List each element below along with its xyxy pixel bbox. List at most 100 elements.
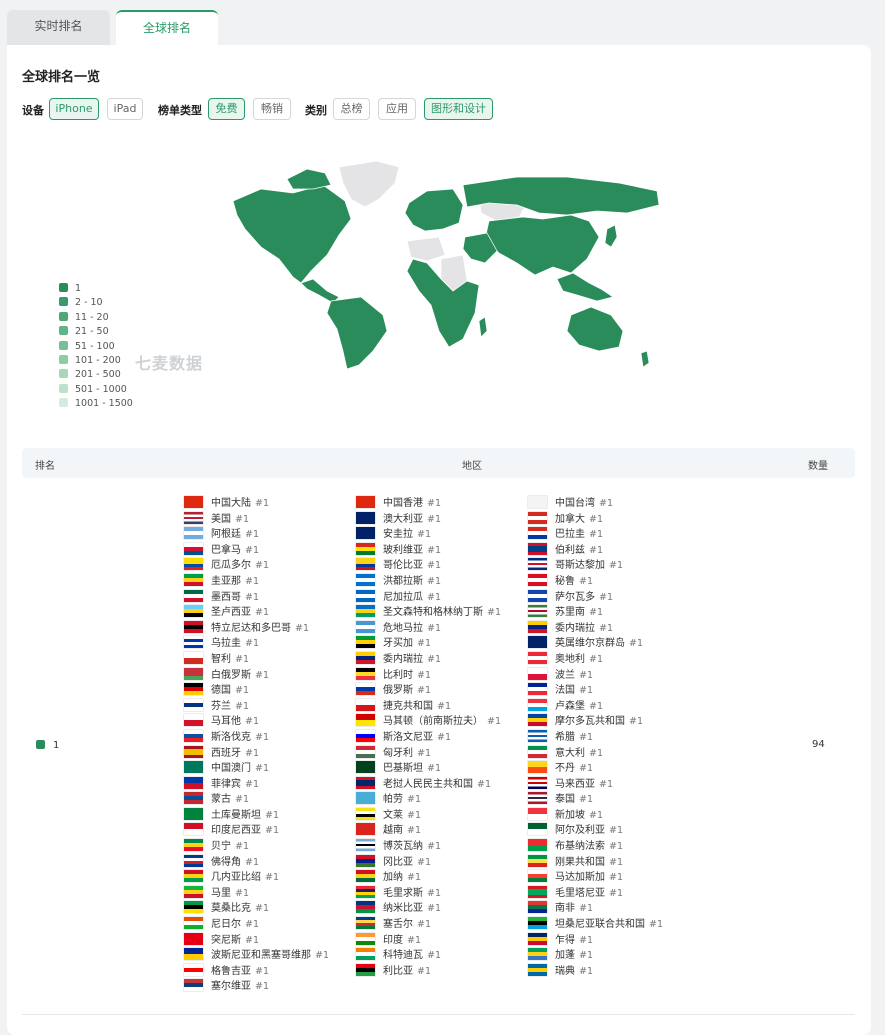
region-item[interactable]: 印度 #1 [356,932,501,949]
region-item[interactable]: 澳大利亚 #1 [356,511,501,528]
region-item[interactable]: 马其顿（前南斯拉夫） #1 [356,714,501,730]
region-item[interactable]: 纳米比亚 #1 [356,901,501,917]
region-item[interactable]: 刚果共和国 #1 [528,854,663,871]
region-item[interactable]: 意大利 #1 [528,745,663,762]
region-item[interactable]: 莫桑比克 #1 [184,901,329,917]
region-item[interactable]: 突尼斯 #1 [184,932,329,949]
region-item[interactable]: 伯利兹 #1 [528,542,663,559]
region-item[interactable]: 马达加斯加 #1 [528,870,663,886]
region-item[interactable]: 马里 #1 [184,885,329,902]
region-item[interactable]: 哥斯达黎加 #1 [528,558,663,574]
region-item[interactable]: 蒙古 #1 [184,792,329,808]
region-item[interactable]: 中国香港 #1 [356,496,501,512]
region-item[interactable]: 捷克共和国 #1 [356,698,501,715]
region-item[interactable]: 斯洛伐克 #1 [184,729,329,746]
legend-item[interactable]: 2 - 10 [59,296,133,310]
region-item[interactable]: 法国 #1 [528,683,663,699]
region-item[interactable]: 白俄罗斯 #1 [184,667,329,684]
region-item[interactable]: 奥地利 #1 [528,651,663,668]
region-item[interactable]: 越南 #1 [356,823,501,839]
region-item[interactable]: 加拿大 #1 [528,511,663,528]
region-item[interactable]: 格鲁吉亚 #1 [184,963,329,980]
region-item[interactable]: 圣文森特和格林纳丁斯 #1 [356,605,501,621]
device-ipad-chip[interactable]: iPad [107,98,143,120]
region-item[interactable]: 德国 #1 [184,683,329,699]
region-item[interactable]: 萨尔瓦多 #1 [528,589,663,606]
region-item[interactable]: 新加坡 #1 [528,807,663,824]
region-item[interactable]: 委内瑞拉 #1 [356,651,501,668]
region-item[interactable]: 布基纳法索 #1 [528,839,663,855]
region-item[interactable]: 巴拿马 #1 [184,542,329,559]
region-item[interactable]: 圭亚那 #1 [184,573,329,590]
region-item[interactable]: 阿尔及利亚 #1 [528,823,663,839]
region-item[interactable]: 摩尔多瓦共和国 #1 [528,714,663,730]
region-item[interactable]: 科特迪瓦 #1 [356,948,501,964]
region-item[interactable]: 印度尼西亚 #1 [184,823,329,839]
region-item[interactable]: 希腊 #1 [528,729,663,746]
region-item[interactable]: 中国澳门 #1 [184,761,329,777]
region-item[interactable]: 智利 #1 [184,651,329,668]
region-item[interactable]: 加纳 #1 [356,870,501,886]
region-item[interactable]: 乌拉圭 #1 [184,636,329,652]
region-item[interactable]: 苏里南 #1 [528,605,663,621]
legend-item[interactable]: 201 - 500 [59,368,133,382]
legend-item[interactable]: 1001 - 1500 [59,397,133,411]
region-item[interactable]: 塞尔维亚 #1 [184,979,329,995]
device-iphone-chip[interactable]: iPhone [49,98,99,120]
region-item[interactable]: 巴基斯坦 #1 [356,761,501,777]
region-item[interactable]: 俄罗斯 #1 [356,683,501,699]
region-item[interactable]: 洪都拉斯 #1 [356,573,501,590]
world-ranking-map[interactable] [227,155,667,377]
legend-item[interactable]: 1 [59,282,133,296]
region-item[interactable]: 波兰 #1 [528,667,663,684]
region-item[interactable]: 文莱 #1 [356,807,501,824]
tab-realtime-ranking[interactable]: 实时排名 [7,10,110,45]
region-item[interactable]: 几内亚比绍 #1 [184,870,329,886]
region-item[interactable]: 泰国 #1 [528,792,663,808]
region-item[interactable]: 帕劳 #1 [356,792,501,808]
region-item[interactable]: 马来西亚 #1 [528,776,663,793]
region-item[interactable]: 墨西哥 #1 [184,589,329,606]
region-item[interactable]: 斯洛文尼亚 #1 [356,729,501,746]
region-item[interactable]: 博茨瓦纳 #1 [356,839,501,855]
category-apps-chip[interactable]: 应用 [378,98,416,120]
region-item[interactable]: 卢森堡 #1 [528,698,663,715]
region-item[interactable]: 芬兰 #1 [184,698,329,715]
region-item[interactable]: 尼加拉瓜 #1 [356,589,501,606]
category-graphics-design-chip[interactable]: 图形和设计 [424,98,493,120]
chart-type-grossing-chip[interactable]: 畅销 [253,98,291,120]
region-item[interactable]: 佛得角 #1 [184,854,329,871]
region-item[interactable]: 贝宁 #1 [184,839,329,855]
region-item[interactable]: 毛里求斯 #1 [356,885,501,902]
region-item[interactable]: 马耳他 #1 [184,714,329,730]
region-item[interactable]: 坦桑尼亚联合共和国 #1 [528,917,663,933]
region-item[interactable]: 南非 #1 [528,901,663,917]
region-item[interactable]: 毛里塔尼亚 #1 [528,885,663,902]
region-item[interactable]: 安圭拉 #1 [356,527,501,543]
region-item[interactable]: 瑞典 #1 [528,963,663,980]
region-item[interactable]: 阿根廷 #1 [184,527,329,543]
region-item[interactable]: 委内瑞拉 #1 [528,620,663,637]
region-item[interactable]: 西班牙 #1 [184,745,329,762]
region-item[interactable]: 冈比亚 #1 [356,854,501,871]
region-item[interactable]: 菲律宾 #1 [184,776,329,793]
region-item[interactable]: 中国大陆 #1 [184,496,329,512]
legend-item[interactable]: 21 - 50 [59,325,133,339]
legend-item[interactable]: 11 - 20 [59,311,133,325]
region-item[interactable]: 危地马拉 #1 [356,620,501,637]
legend-item[interactable]: 51 - 100 [59,340,133,354]
region-item[interactable]: 哥伦比亚 #1 [356,558,501,574]
region-item[interactable]: 加蓬 #1 [528,948,663,964]
region-item[interactable]: 利比亚 #1 [356,963,501,980]
region-item[interactable]: 英属维尔京群岛 #1 [528,636,663,652]
region-item[interactable]: 比利时 #1 [356,667,501,684]
tab-global-ranking[interactable]: 全球排名 [116,10,218,45]
region-item[interactable]: 特立尼达和多巴哥 #1 [184,620,329,637]
region-item[interactable]: 不丹 #1 [528,761,663,777]
region-item[interactable]: 波斯尼亚和黑塞哥维那 #1 [184,948,329,964]
region-item[interactable]: 美国 #1 [184,511,329,528]
region-item[interactable]: 老挝人民民主共和国 #1 [356,776,501,793]
region-item[interactable]: 秘鲁 #1 [528,573,663,590]
region-item[interactable]: 乍得 #1 [528,932,663,949]
region-item[interactable]: 厄瓜多尔 #1 [184,558,329,574]
